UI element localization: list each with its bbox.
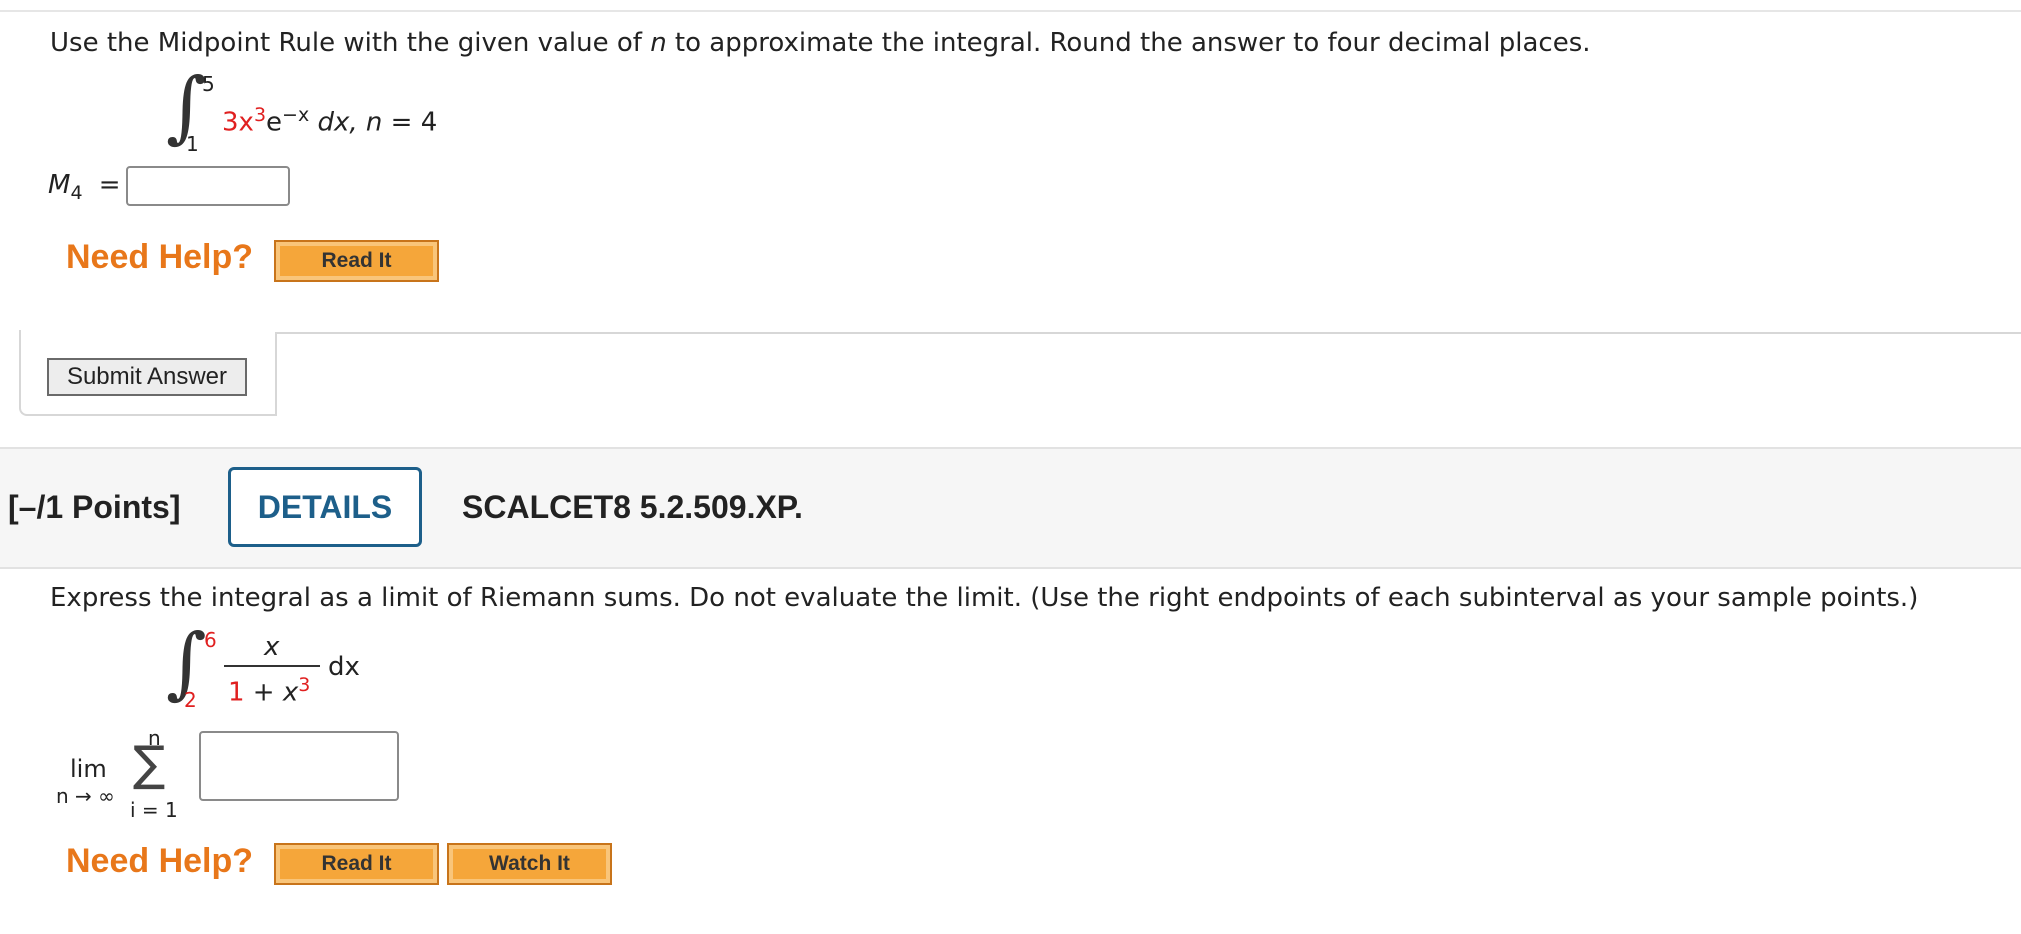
- q1-coef: 3: [222, 107, 239, 138]
- q1-n-value: = 4: [390, 107, 438, 138]
- q1-answer-label-m: M: [48, 170, 71, 200]
- q1-lower-limit: 1: [186, 132, 199, 156]
- fraction-bar: [224, 665, 320, 667]
- q2-watch-it-button[interactable]: Watch It: [447, 843, 612, 885]
- top-divider: [0, 0, 2021, 12]
- q1-read-it-button[interactable]: Read It: [274, 240, 439, 282]
- q1-dx: dx,: [317, 107, 358, 138]
- q2-denom-one: 1: [228, 677, 245, 708]
- submit-answer-button[interactable]: Submit Answer: [47, 358, 247, 396]
- q2-upper-limit: 6: [204, 628, 217, 652]
- q1-e: e: [266, 107, 283, 138]
- limit-lim: lim: [70, 755, 107, 783]
- q2-denom-plus: +: [244, 677, 283, 708]
- q2-numerator-x: x: [264, 632, 280, 662]
- q1-prompt-text-b: to approximate the integral. Round the a…: [666, 28, 1591, 58]
- points-label: [–/1 Points]: [8, 489, 181, 525]
- q1-answer-label-sub: 4: [70, 182, 83, 205]
- q1-integrand: 3x3e−x dx, n = 4: [222, 104, 437, 138]
- q2-dx: dx: [328, 652, 360, 682]
- q2-read-it-label: Read It: [321, 852, 392, 875]
- details-button-label: DETAILS: [257, 488, 393, 525]
- details-button[interactable]: DETAILS: [228, 467, 422, 547]
- question-code: SCALCET8 5.2.509.XP.: [462, 489, 803, 525]
- q2-denom-x: x: [282, 677, 299, 708]
- q1-answer-eq: =: [98, 170, 121, 200]
- q2-answer-input[interactable]: [199, 731, 399, 801]
- q1-upper-limit: 5: [202, 72, 215, 96]
- q2-numerator: x: [264, 632, 279, 662]
- q1-need-help: Need Help?: [66, 238, 254, 276]
- sum-lower: i = 1: [130, 798, 178, 822]
- q2-watch-it-label: Watch It: [489, 852, 570, 875]
- limit-subscript: n → ∞: [56, 784, 115, 808]
- q2-need-help: Need Help?: [66, 842, 254, 880]
- q1-exp3: 3: [253, 104, 267, 126]
- submit-panel-side-border: [275, 332, 277, 414]
- q2-lower-limit: 2: [184, 688, 197, 712]
- submit-answer-label: Submit Answer: [66, 363, 228, 390]
- q1-answer-label: M4 =: [48, 170, 121, 204]
- q2-read-it-button[interactable]: Read It: [274, 843, 439, 885]
- q1-exp-neg: −x: [282, 104, 310, 126]
- q1-n: n: [365, 107, 383, 138]
- q1-prompt: Use the Midpoint Rule with the given val…: [50, 28, 1591, 58]
- submit-panel-top-border: [276, 332, 2021, 334]
- sigma-icon: ∑: [133, 736, 166, 792]
- q1-prompt-var: n: [650, 28, 667, 58]
- q1-prompt-text-a: Use the Midpoint Rule with the given val…: [50, 28, 651, 58]
- q1-x: x: [238, 107, 254, 138]
- q1-read-it-label: Read It: [321, 249, 392, 272]
- q1-answer-input[interactable]: [126, 166, 290, 206]
- q2-denom-exp: 3: [298, 674, 311, 696]
- q2-denominator: 1 + x3: [228, 674, 310, 708]
- q2-prompt: Express the integral as a limit of Riema…: [50, 583, 1919, 613]
